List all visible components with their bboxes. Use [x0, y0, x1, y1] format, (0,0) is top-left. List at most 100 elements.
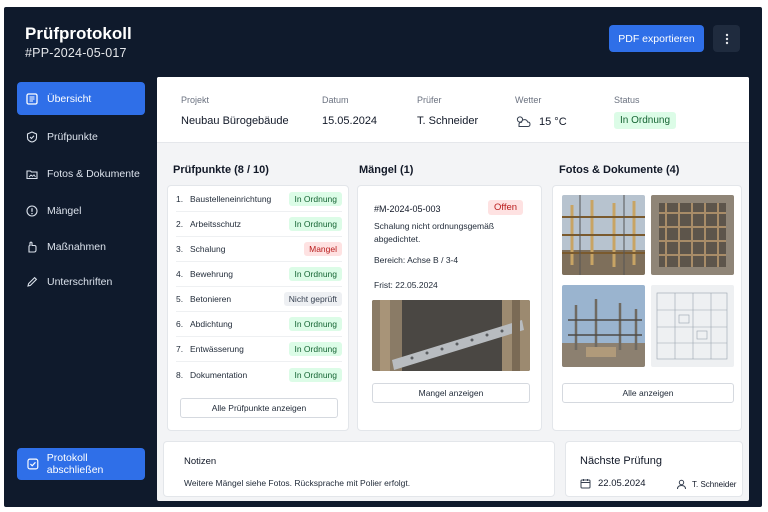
defect-deadline: Frist: 22.05.2024 — [374, 280, 438, 290]
checklist-row[interactable]: 4. Bewehrung In Ordnung — [176, 262, 342, 287]
inspector-info: Prüfer T. Schneider — [417, 95, 478, 127]
sidebar-item-photos-documents[interactable]: Fotos & Dokumente — [17, 157, 145, 190]
plan-document[interactable] — [651, 285, 734, 367]
row-status-badge: In Ordnung — [289, 267, 342, 281]
more-vertical-icon — [725, 33, 728, 44]
status-value-row: In Ordnung — [614, 112, 677, 129]
defects-title: Mängel (1) — [359, 164, 414, 176]
site-photo[interactable] — [651, 195, 734, 275]
photos-card: Alle anzeigen — [552, 185, 742, 431]
next-inspection-date: 22.05.2024 — [598, 478, 646, 489]
row-name: Bewehrung — [190, 269, 234, 279]
row-status-badge: In Ordnung — [289, 342, 342, 356]
row-name: Schalung — [190, 244, 226, 254]
more-options-button[interactable] — [713, 25, 740, 52]
row-number: 6. — [176, 319, 184, 329]
defect-description: Schalung nicht ordnungsgemäß abgedichtet… — [374, 221, 495, 244]
next-inspection-person-row: T. Schneider — [676, 479, 736, 490]
defect-photo[interactable] — [372, 300, 530, 371]
protocol-number: #PP-2024-05-017 — [25, 46, 127, 60]
row-status-badge: In Ordnung — [289, 217, 342, 231]
checklist-row[interactable]: 8. Dokumentation In Ordnung — [176, 362, 342, 387]
partly-cloudy-icon — [516, 116, 531, 127]
row-name: Baustelleneinrichtung — [190, 194, 272, 204]
inspector-value: T. Schneider — [417, 115, 479, 127]
row-number: 5. — [176, 294, 184, 304]
project-info: Projekt Neubau Bürogebäude — [181, 95, 289, 127]
notes-text: Weitere Mängel siehe Fotos. Rücksprache … — [184, 478, 411, 488]
site-photo[interactable] — [562, 285, 645, 367]
row-status-badge: Nicht geprüft — [283, 292, 342, 306]
protocol-info-bar: Projekt Neubau Bürogebäude Datum 15.05.2… — [157, 77, 749, 143]
overview-icon — [26, 92, 38, 105]
row-status-badge: In Ordnung — [289, 192, 342, 206]
sidebar-item-label: Maßnahmen — [47, 240, 106, 253]
pen-icon — [27, 276, 38, 287]
checklist-title: Prüfpunkte (8 / 10) — [173, 164, 269, 176]
row-number: 3. — [176, 244, 184, 254]
checklist-row[interactable]: 6. Abdichtung In Ordnung — [176, 312, 342, 337]
row-number: 2. — [176, 219, 184, 229]
status-info: Status In Ordnung — [614, 95, 677, 129]
date-label: Datum — [322, 95, 349, 105]
site-photo[interactable] — [562, 195, 645, 275]
row-name: Dokumentation — [190, 369, 248, 380]
weather-info: Wetter 15 °C — [515, 95, 567, 128]
row-number: 7. — [176, 344, 184, 354]
project-value: Neubau Bürogebäude — [181, 115, 289, 127]
inspector-label: Prüfer — [417, 95, 442, 105]
checklist-card: 1. Baustelleneinrichtung In Ordnung 2. A… — [167, 185, 349, 431]
next-inspection-person: T. Schneider — [692, 480, 737, 489]
row-name: Abdichtung — [190, 319, 233, 329]
project-label: Projekt — [181, 95, 210, 105]
next-inspection-card: Nächste Prüfung 22.05.2024 T. Schneider — [565, 441, 743, 497]
row-status-badge: In Ordnung — [289, 317, 342, 331]
folder-image-icon — [26, 169, 38, 179]
checklist-row[interactable]: 7. Entwässerung In Ordnung — [176, 337, 342, 362]
notes-card: Notizen Weitere Mängel siehe Fotos. Rück… — [163, 441, 555, 497]
sidebar-item-measures[interactable]: Maßnahmen — [17, 230, 145, 263]
show-defect-button[interactable]: Mangel anzeigen — [372, 383, 530, 403]
checklist-row[interactable]: 5. Betonieren Nicht geprüft — [176, 287, 342, 312]
date-value: 15.05.2024 — [322, 115, 378, 127]
sidebar-item-label: Mängel — [47, 204, 82, 217]
row-name: Arbeitsschutz — [190, 219, 242, 229]
user-icon — [677, 479, 686, 490]
checklist-row[interactable]: 2. Arbeitsschutz In Ordnung — [176, 212, 342, 237]
main-panel: Projekt Neubau Bürogebäude Datum 15.05.2… — [157, 77, 749, 501]
next-inspection-title: Nächste Prüfung — [580, 455, 662, 467]
weather-label: Wetter — [515, 95, 542, 105]
pdf-export-button[interactable]: PDF exportieren — [609, 25, 704, 52]
next-inspection-date-row: 22.05.2024 — [580, 478, 646, 489]
checklist-row[interactable]: 1. Baustelleneinrichtung In Ordnung — [176, 187, 342, 212]
sidebar-item-signatures[interactable]: Unterschriften — [17, 265, 145, 298]
defect-card: #M-2024-05-003 Offen Schalung nicht ordn… — [357, 185, 542, 431]
sidebar-item-label: Unterschriften — [47, 275, 113, 288]
warning-icon — [26, 204, 38, 217]
show-all-checkpoints-button[interactable]: Alle Prüfpunkte anzeigen — [180, 398, 338, 418]
row-name: Betonieren — [190, 294, 232, 304]
checklist-row[interactable]: 3. Schalung Mangel — [176, 237, 342, 262]
date-info: Datum 15.05.2024 — [322, 95, 377, 127]
defect-area: Bereich: Achse B / 3-4 — [374, 255, 459, 265]
row-status-badge: Mangel — [304, 242, 342, 256]
defect-id: #M-2024-05-003 — [374, 204, 441, 214]
close-protocol-label: Protokoll abschließen — [46, 452, 104, 476]
status-label: Status — [614, 95, 640, 105]
calendar-icon — [580, 479, 591, 489]
show-all-photos-button[interactable]: Alle anzeigen — [562, 383, 734, 403]
sidebar-item-defects[interactable]: Mängel — [17, 194, 145, 227]
close-protocol-button[interactable]: Protokoll abschließen — [17, 448, 145, 480]
check-square-icon — [27, 458, 39, 470]
row-status-badge: In Ordnung — [289, 367, 342, 382]
page-title: Prüfprotokoll — [25, 24, 132, 43]
sidebar-item-checkpoints[interactable]: Prüfpunkte — [17, 120, 145, 153]
notes-title: Notizen — [184, 456, 217, 467]
row-number: 4. — [176, 269, 184, 279]
sidebar-item-label: Fotos & Dokumente — [47, 167, 140, 180]
app-window: Prüfprotokoll #PP-2024-05-017 PDF export… — [4, 7, 762, 507]
row-number: 8. — [176, 369, 184, 380]
weather-value-row: 15 °C — [515, 115, 567, 128]
status-badge: In Ordnung — [614, 112, 677, 129]
sidebar-item-overview[interactable]: Übersicht — [17, 82, 145, 115]
